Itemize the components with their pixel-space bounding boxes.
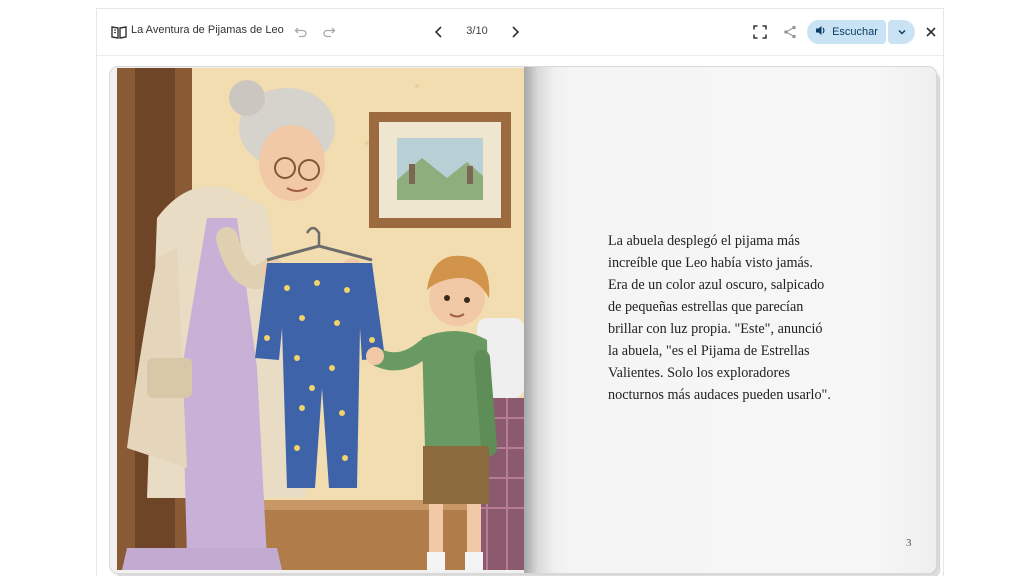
story-line: nocturnos más audaces pueden usarlo". bbox=[608, 387, 831, 403]
book-spread: La abuela desplegó el pijama más increíb… bbox=[110, 67, 936, 573]
book-title: La Aventura de Pijamas de Leo bbox=[131, 24, 284, 36]
text-page: La abuela desplegó el pijama más increíb… bbox=[524, 67, 936, 573]
listen-label: Escuchar bbox=[832, 26, 878, 38]
story-line: Valientes. Solo los exploradores bbox=[608, 365, 791, 381]
story-line: Era de un color azul oscuro, salpicado bbox=[608, 277, 825, 293]
page-counter: 3/10 bbox=[466, 25, 488, 37]
book-icon bbox=[111, 25, 127, 39]
story-line: La abuela desplegó el pijama más bbox=[608, 233, 800, 249]
story-illustration bbox=[117, 68, 524, 570]
story-text: La abuela desplegó el pijama más increíb… bbox=[608, 230, 868, 406]
undo-icon[interactable] bbox=[293, 24, 309, 40]
illustration-page bbox=[117, 68, 524, 570]
page-number: 3 bbox=[906, 537, 912, 549]
story-line: increíble que Leo había visto jamás. bbox=[608, 255, 813, 271]
close-icon[interactable] bbox=[923, 24, 939, 40]
chevron-down-icon[interactable] bbox=[888, 20, 915, 44]
reader-toolbar: La Aventura de Pijamas de Leo 3/10 Escuc… bbox=[97, 9, 943, 56]
reader-window: La Aventura de Pijamas de Leo 3/10 Escuc… bbox=[96, 8, 944, 576]
share-icon[interactable] bbox=[782, 24, 798, 40]
listen-button[interactable]: Escuchar bbox=[807, 20, 886, 44]
speaker-icon bbox=[815, 25, 827, 39]
book-spine-shadow bbox=[524, 67, 554, 573]
redo-icon[interactable] bbox=[321, 24, 337, 40]
story-line: la abuela, "es el Pijama de Estrellas bbox=[608, 343, 810, 359]
fullscreen-icon[interactable] bbox=[752, 24, 768, 40]
story-line: brillar con luz propia. "Este", anunció bbox=[608, 321, 823, 337]
chevron-left-icon[interactable] bbox=[431, 24, 447, 40]
story-line: de pequeñas estrellas que parecían bbox=[608, 299, 804, 315]
chevron-right-icon[interactable] bbox=[507, 24, 523, 40]
